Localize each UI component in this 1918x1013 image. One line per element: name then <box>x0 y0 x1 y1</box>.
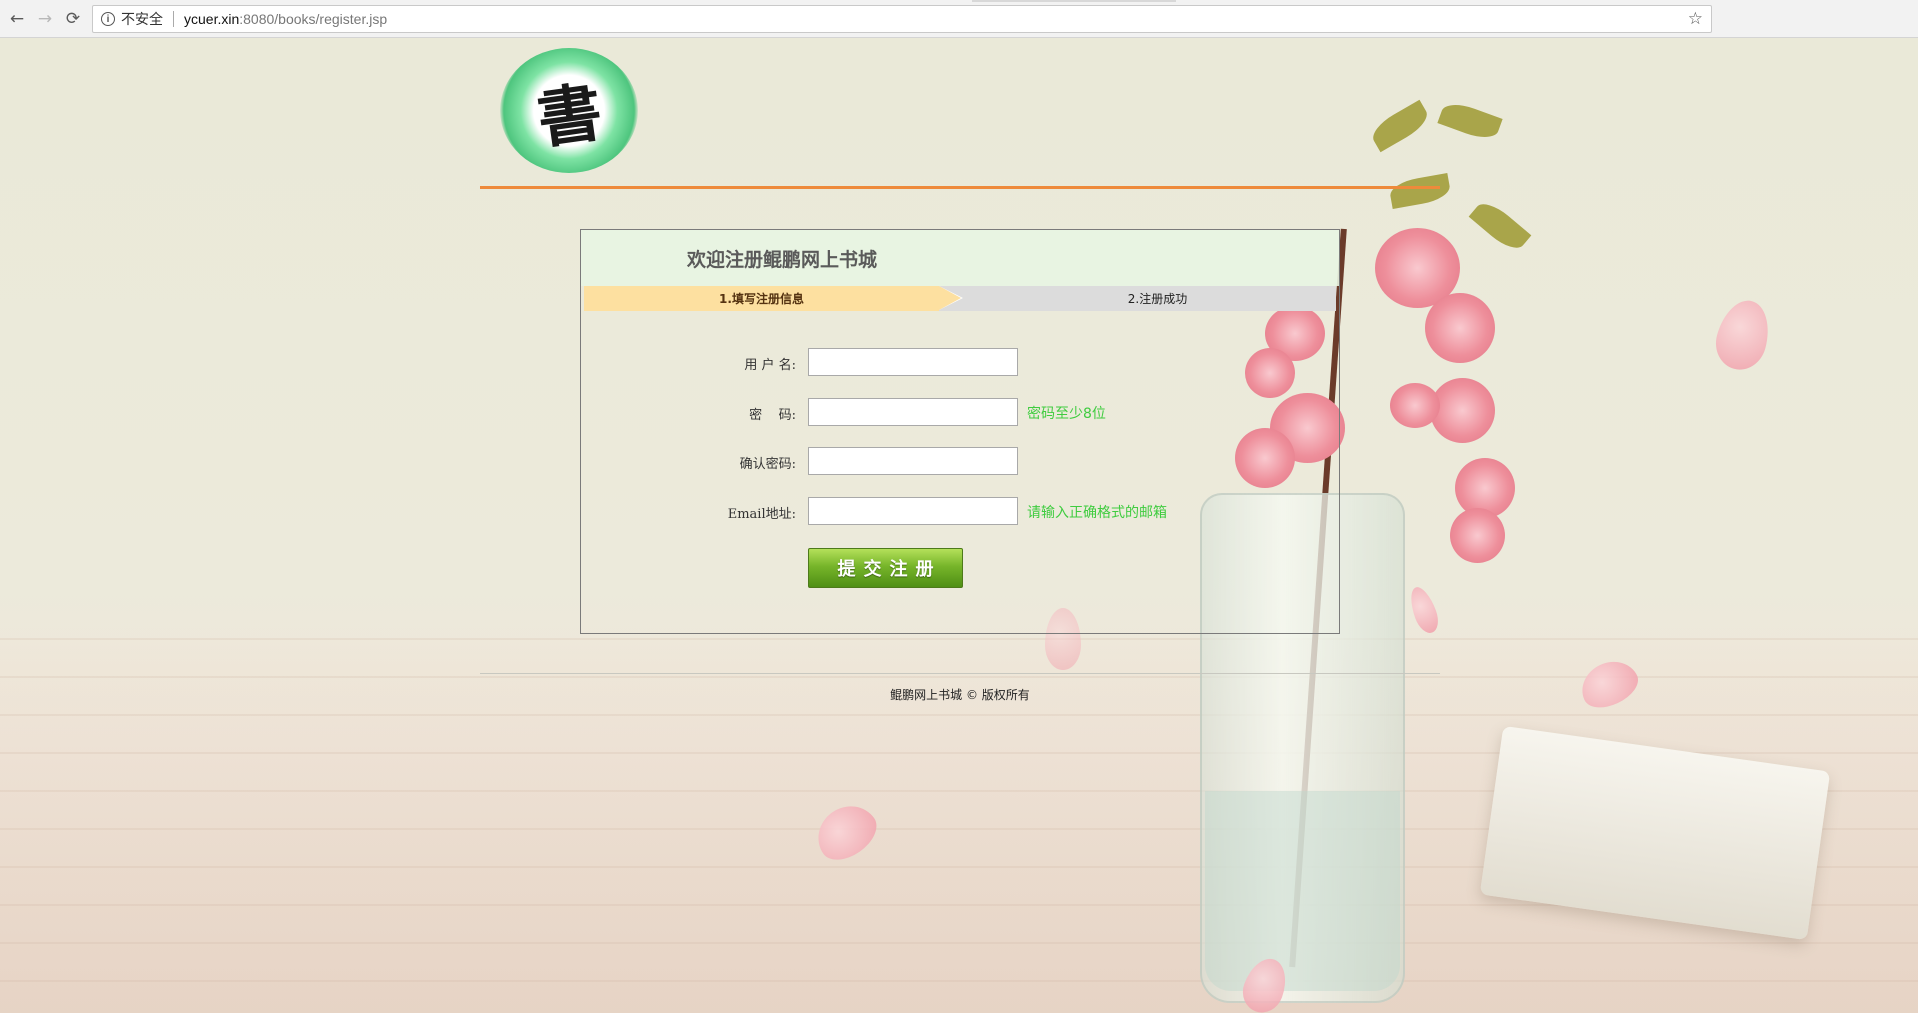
step-success: 2.注册成功 <box>939 286 1336 311</box>
submit-register-button[interactable]: 提交注册 <box>808 548 963 588</box>
confirm-password-row: 确认密码: <box>581 447 1341 477</box>
logo-glyph: 書 <box>532 74 607 158</box>
email-label: Email地址: <box>727 507 796 522</box>
confirm-password-label: 确认密码: <box>739 457 796 472</box>
info-icon[interactable]: i <box>101 12 115 26</box>
username-label: 用 户 名: <box>744 358 796 373</box>
address-bar[interactable]: i 不安全 ycuer.xin:8080/books/register.jsp … <box>92 5 1712 33</box>
email-input[interactable] <box>808 497 1018 525</box>
security-label[interactable]: 不安全 <box>121 9 163 29</box>
registration-steps: 1.填写注册信息 2.注册成功 <box>584 286 1336 311</box>
username-input[interactable] <box>808 348 1018 376</box>
leaf-decoration <box>1437 98 1503 144</box>
blossom-decoration <box>1450 508 1505 563</box>
browser-toolbar: ← → ⟳ i 不安全 ycuer.xin:8080/books/registe… <box>0 0 1918 38</box>
registration-header: 欢迎注册鲲鹏网上书城 <box>581 230 1339 286</box>
email-row: Email地址: 请输入正确格式的邮箱 <box>581 497 1341 527</box>
forward-icon[interactable]: → <box>34 8 56 30</box>
username-row: 用 户 名: <box>581 348 1341 378</box>
header-divider <box>480 186 1440 189</box>
jar-water-decoration <box>1205 791 1400 991</box>
url-host: ycuer.xin <box>184 11 240 27</box>
blossom-decoration <box>1425 293 1495 363</box>
blossom-decoration <box>1390 383 1440 428</box>
step-fill-info: 1.填写注册信息 <box>584 286 961 311</box>
blossom-decoration <box>1430 378 1495 443</box>
leaf-decoration <box>1367 99 1433 153</box>
bookmark-star-icon[interactable]: ☆ <box>1688 9 1703 29</box>
footer-divider <box>480 673 1440 674</box>
petal-decoration <box>1405 583 1443 637</box>
registration-panel: 欢迎注册鲲鹏网上书城 1.填写注册信息 2.注册成功 用 户 名: 密 码: 密… <box>580 229 1340 634</box>
password-input[interactable] <box>808 398 1018 426</box>
bookstore-logo: 書 <box>500 48 638 173</box>
password-row: 密 码: 密码至少8位 <box>581 398 1341 428</box>
reload-icon[interactable]: ⟳ <box>62 8 84 30</box>
url-text[interactable]: ycuer.xin:8080/books/register.jsp <box>184 11 387 27</box>
back-icon[interactable]: ← <box>6 8 28 30</box>
url-path: :8080/books/register.jsp <box>239 11 388 27</box>
leaf-decoration <box>1388 172 1452 210</box>
leaf-decoration <box>1468 196 1532 256</box>
registration-title: 欢迎注册鲲鹏网上书城 <box>687 248 878 271</box>
step-2-label: 2.注册成功 <box>1127 292 1188 306</box>
confirm-password-input[interactable] <box>808 447 1018 475</box>
step-1-label: 1.填写注册信息 <box>719 292 804 306</box>
address-separator <box>173 11 174 27</box>
email-hint: 请输入正确格式的邮箱 <box>1027 505 1167 521</box>
password-hint: 密码至少8位 <box>1027 406 1106 422</box>
tab-strip-indicator <box>972 0 1176 2</box>
password-label: 密 码: <box>749 408 796 423</box>
petal-decoration <box>1709 294 1777 376</box>
footer-copyright: 鲲鹏网上书城 © 版权所有 <box>890 688 1030 702</box>
